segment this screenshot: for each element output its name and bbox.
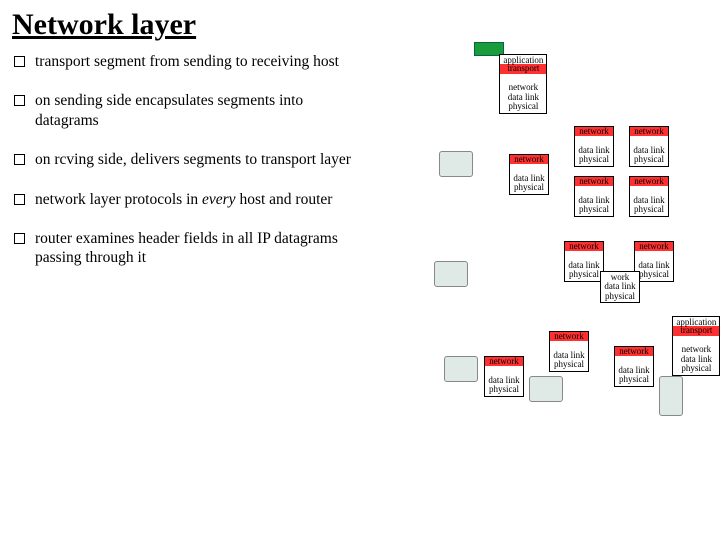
layer-label: network	[550, 332, 587, 341]
layer-stack-r-low-2: networkdata linkphysical	[634, 241, 673, 282]
router-icon	[434, 261, 468, 287]
layer-stack-r-low-3: workdata linkphysical	[600, 271, 639, 303]
server-icon	[659, 376, 683, 416]
layer-label: transport	[500, 64, 546, 73]
pc-icon	[529, 376, 563, 402]
layer-label: network	[510, 155, 547, 164]
layer-stack-r-bot-2: networkdata linkphysical	[549, 331, 588, 372]
layer-stack-r-low-1: networkdata linkphysical	[564, 241, 603, 282]
layer-label: network	[615, 347, 652, 356]
pc-icon	[444, 356, 478, 382]
router-icon	[439, 151, 473, 177]
bullet-text: router examines header fields in all IP …	[35, 229, 370, 268]
layer-stack-r-bot-3: networkdata linkphysical	[614, 346, 653, 387]
layer-stack-host-top: applicationtransportnetworkdata linkphys…	[499, 54, 547, 114]
layer-label: physical	[569, 269, 599, 279]
layer-stack-host-right: applicationtransportnetworkdata linkphys…	[672, 316, 720, 376]
layer-label: network	[630, 177, 667, 186]
layer-label: physical	[579, 204, 609, 214]
layer-label: transport	[673, 326, 719, 335]
bullet-item: transport segment from sending to receiv…	[14, 52, 370, 71]
network-diagram: applicationtransportnetworkdata linkphys…	[374, 46, 720, 506]
layer-stack-r-truck: networkdata linkphysical	[509, 154, 548, 195]
layer-label: physical	[681, 363, 711, 373]
layer-label: network	[635, 242, 672, 251]
layer-label: physical	[489, 384, 519, 394]
bullet-list: transport segment from sending to receiv…	[0, 46, 374, 506]
layer-stack-r-top-1: networkdata linkphysical	[574, 126, 613, 167]
bullet-box-icon	[14, 56, 25, 67]
bullet-box-icon	[14, 154, 25, 165]
layer-label: network	[575, 177, 612, 186]
bullet-box-icon	[14, 194, 25, 205]
layer-label: network	[485, 357, 522, 366]
layer-label: network	[575, 127, 612, 136]
bullet-item: network layer protocols in every host an…	[14, 190, 370, 209]
layer-label: physical	[508, 101, 538, 111]
layer-label: physical	[554, 359, 584, 369]
page-title: Network layer	[0, 0, 720, 46]
bullet-item: router examines header fields in all IP …	[14, 229, 370, 268]
layer-label: physical	[605, 291, 635, 301]
bullet-text: on rcving side, delivers segments to tra…	[35, 150, 351, 169]
layer-label: physical	[634, 204, 664, 214]
layer-stack-r-top-2: networkdata linkphysical	[629, 126, 668, 167]
bullet-item: on sending side encapsulates segments in…	[14, 91, 370, 130]
layer-label: physical	[634, 154, 664, 164]
layer-label: physical	[579, 154, 609, 164]
layer-label: physical	[514, 182, 544, 192]
bullet-text: on sending side encapsulates segments in…	[35, 91, 370, 130]
layer-label: network	[565, 242, 602, 251]
layer-label: physical	[639, 269, 669, 279]
bullet-text: network layer protocols in every host an…	[35, 190, 332, 209]
layer-label: network	[630, 127, 667, 136]
layer-stack-r-mid-2: networkdata linkphysical	[629, 176, 668, 217]
layer-stack-r-mid-1: networkdata linkphysical	[574, 176, 613, 217]
bullet-box-icon	[14, 95, 25, 106]
bullet-text: transport segment from sending to receiv…	[35, 52, 339, 71]
layer-label: physical	[619, 374, 649, 384]
layer-stack-r-bot-1: networkdata linkphysical	[484, 356, 523, 397]
bullet-box-icon	[14, 233, 25, 244]
bullet-item: on rcving side, delivers segments to tra…	[14, 150, 370, 169]
